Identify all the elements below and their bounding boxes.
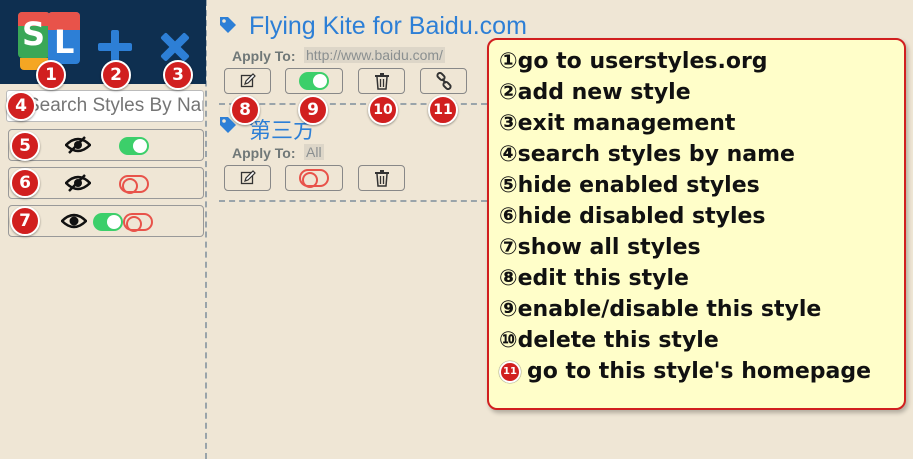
homepage-link-button[interactable] bbox=[420, 68, 467, 94]
badge-1: 1 bbox=[36, 60, 66, 90]
legend-badge-11: 11 bbox=[499, 360, 521, 383]
toggle-off-icon bbox=[299, 169, 329, 188]
badge-3: 3 bbox=[163, 60, 193, 90]
close-icon[interactable] bbox=[160, 32, 190, 62]
edit-button[interactable] bbox=[224, 165, 271, 191]
apply-to-value: All bbox=[304, 144, 324, 160]
legend-line: ⑥ hide disabled styles bbox=[499, 204, 766, 229]
toggle-off-icon bbox=[119, 175, 149, 194]
badge-2: 2 bbox=[101, 60, 131, 90]
trash-icon bbox=[374, 73, 389, 90]
badge-11: 11 bbox=[428, 95, 458, 125]
legend-line: ④ search styles by name bbox=[499, 142, 795, 167]
toggle-on-icon bbox=[299, 72, 329, 90]
toggle-on-icon bbox=[119, 137, 149, 155]
entry-divider bbox=[219, 200, 487, 202]
delete-button[interactable] bbox=[358, 68, 405, 94]
eye-slash-icon bbox=[65, 174, 91, 192]
badge-6: 6 bbox=[10, 168, 40, 198]
badge-10: 10 bbox=[368, 95, 398, 125]
pencil-icon bbox=[240, 170, 256, 185]
eye-icon bbox=[61, 212, 87, 230]
badge-8: 8 bbox=[230, 95, 260, 125]
style-title[interactable]: Flying Kite for Baidu.com bbox=[249, 12, 527, 41]
tag-icon bbox=[218, 15, 238, 35]
logo-letter-l: L bbox=[54, 23, 75, 61]
apply-to-label: Apply To: bbox=[232, 145, 296, 161]
badge-9: 9 bbox=[298, 95, 328, 125]
pencil-icon bbox=[240, 73, 256, 88]
legend-line: ② add new style bbox=[499, 80, 691, 105]
legend-line: ⑧ edit this style bbox=[499, 266, 689, 291]
delete-button[interactable] bbox=[358, 165, 405, 191]
legend-line: 11 go to this style's homepage bbox=[499, 356, 894, 387]
legend-line: ① go to userstyles.org bbox=[499, 49, 768, 74]
badge-4: 4 bbox=[6, 91, 36, 121]
trash-icon bbox=[374, 170, 389, 187]
plus-icon[interactable] bbox=[98, 30, 132, 64]
legend-line: ⑦ show all styles bbox=[499, 235, 701, 260]
legend-line: ⑨ enable/disable this style bbox=[499, 297, 822, 322]
toggle-on-icon bbox=[93, 213, 123, 231]
eye-slash-icon bbox=[65, 136, 91, 154]
apply-to-label: Apply To: bbox=[232, 48, 296, 64]
legend-line: ③ exit management bbox=[499, 111, 736, 136]
legend-line: ⑤ hide enabled styles bbox=[499, 173, 760, 198]
edit-button[interactable] bbox=[224, 68, 271, 94]
logo-letter-s: S bbox=[22, 15, 46, 53]
legend-line: ⑩ delete this style bbox=[499, 328, 719, 353]
link-icon bbox=[435, 72, 452, 90]
enable-toggle-button[interactable] bbox=[285, 68, 343, 94]
apply-to-value: http://www.baidu.com/ bbox=[304, 47, 445, 63]
toggle-off-icon bbox=[123, 213, 153, 232]
badge-5: 5 bbox=[10, 131, 40, 161]
legend-callout: ① go to userstyles.org ② add new style ③ ex… bbox=[487, 38, 906, 410]
badge-7: 7 bbox=[10, 206, 40, 236]
enable-toggle-button[interactable] bbox=[285, 165, 343, 191]
